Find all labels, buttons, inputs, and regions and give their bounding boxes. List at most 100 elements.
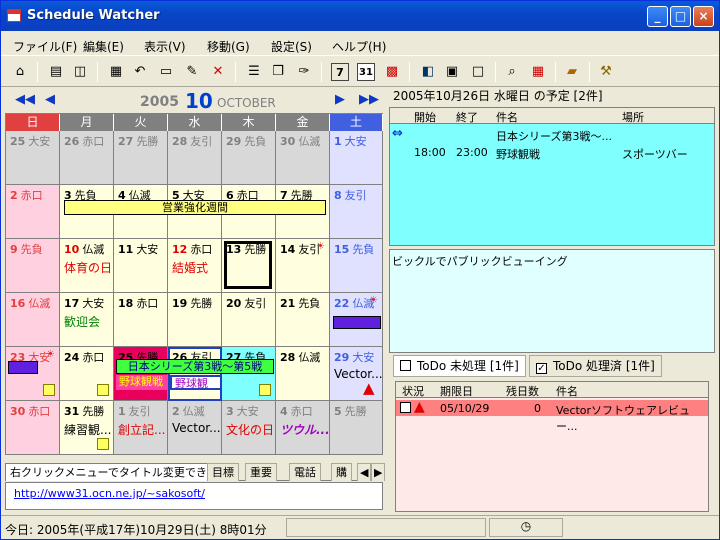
calendar-day-cell[interactable]: 11 大安	[114, 239, 168, 293]
memo-tab-phone[interactable]: 電話	[289, 463, 321, 481]
home-icon[interactable]: ⌂	[11, 63, 29, 81]
schedule-row[interactable]: 18:00 23:00 野球観戦 スポーツバー	[390, 144, 714, 162]
note-icon[interactable]: ▭	[157, 63, 175, 81]
tool-icon[interactable]: ⚒	[597, 63, 615, 81]
event-block[interactable]	[8, 361, 38, 374]
title-bar[interactable]: Schedule Watcher _ □ ×	[1, 1, 719, 31]
calendar-day-cell[interactable]: 2 仏滅 Vector...	[168, 401, 222, 455]
tab-scroll-right-icon[interactable]: ▶	[371, 463, 386, 481]
day-number: 14 友引	[280, 243, 321, 256]
minimize-button[interactable]: _	[647, 6, 668, 27]
app-icon	[7, 9, 21, 22]
calendar-day-cell[interactable]: 1 大安	[330, 131, 383, 185]
calendar-day-cell[interactable]: 28 友引	[168, 131, 222, 185]
week7-icon[interactable]: 7	[331, 63, 349, 81]
book-icon[interactable]: ▰	[563, 63, 581, 81]
col-start[interactable]: 開始	[414, 109, 436, 125]
menu-view[interactable]: 表示(V)	[144, 38, 186, 55]
window-icon[interactable]: □	[469, 63, 487, 81]
close-button[interactable]: ×	[693, 6, 714, 27]
calendar-day-cell[interactable]: 30 赤口	[6, 401, 60, 455]
menu-help[interactable]: ヘルプ(H)	[332, 38, 386, 55]
calendar-day-cell[interactable]: 3 大安 文化の日	[222, 401, 276, 455]
col-end[interactable]: 終了	[456, 109, 478, 125]
event-bar[interactable]: 野球観	[170, 375, 222, 390]
edit-icon[interactable]: ✎	[183, 63, 201, 81]
event-bar[interactable]: 営業強化週間	[64, 200, 326, 215]
tab-scroll-left-icon[interactable]: ◀	[357, 463, 372, 481]
panel-icon[interactable]: ▣	[443, 63, 461, 81]
calendar-day-cell[interactable]: 19 先勝	[168, 293, 222, 347]
col-remaining[interactable]: 残日数	[506, 383, 539, 399]
calendar-day-cell[interactable]: 13 先勝	[222, 239, 276, 293]
calendar-day-cell[interactable]: 8 友引	[330, 185, 383, 239]
calendar-day-cell[interactable]: 20 友引	[222, 293, 276, 347]
delete-icon[interactable]: ✕	[209, 63, 227, 81]
menu-go[interactable]: 移動(G)	[207, 38, 250, 55]
calendar-day-cell[interactable]: 25 大安	[6, 131, 60, 185]
schedule-note[interactable]: ビックルでパブリックビューイング	[389, 249, 715, 353]
memo-tab-goal[interactable]: 目標	[207, 463, 239, 481]
calendar-day-cell[interactable]: 21 先負	[276, 293, 330, 347]
col-place[interactable]: 場所	[622, 109, 644, 125]
event-bar[interactable]: 日本シリーズ第3戦～第5戦	[116, 359, 274, 374]
calendar-day-cell[interactable]: 30 仏滅	[276, 131, 330, 185]
calendar-day-cell[interactable]: 9 先負	[6, 239, 60, 293]
day-number: 25 大安	[10, 135, 51, 148]
print-icon[interactable]: ▤	[47, 63, 65, 81]
table-icon[interactable]: ▦	[107, 63, 125, 81]
day-number: 3 大安	[226, 405, 259, 418]
tab-todo-open[interactable]: ToDo 未処理 [1件]	[393, 355, 526, 377]
memo-link[interactable]: http://www31.ocn.ne.jp/~sakosoft/	[14, 487, 205, 500]
calendar-day-cell[interactable]: 26 赤口	[60, 131, 114, 185]
toolbar-separator	[37, 62, 38, 82]
day-event: Vector...	[334, 367, 383, 381]
copy-icon[interactable]: ❐	[269, 63, 287, 81]
todo-row[interactable]: ▲ 05/10/29 0 Vectorソフトウェアレビュー...	[396, 399, 708, 433]
event-bar[interactable]: 野球観戦	[116, 375, 168, 390]
col-status[interactable]: 状況	[402, 383, 424, 399]
tab-todo-done[interactable]: ✓ ToDo 処理済 [1件]	[529, 355, 662, 377]
event-block[interactable]	[333, 316, 381, 329]
grid-icon[interactable]: ▩	[383, 63, 401, 81]
menu-edit[interactable]: 編集(E)	[83, 38, 124, 55]
prev-month-icon[interactable]: ◀	[45, 92, 55, 107]
maximize-button[interactable]: □	[670, 6, 691, 27]
prev-year-icon[interactable]: ◀◀	[15, 92, 35, 107]
memo-tab-important[interactable]: 重要	[245, 463, 277, 481]
undo-icon[interactable]: ↶	[131, 63, 149, 81]
calendar-year: 2005	[140, 94, 179, 110]
col-todo-subject[interactable]: 件名	[556, 383, 578, 399]
schedule-row[interactable]: ⇔ 日本シリーズ第3戦～...	[390, 126, 714, 144]
sun-icon: ☀	[369, 295, 378, 306]
col-subject[interactable]: 件名	[496, 109, 518, 125]
calendar-day-cell[interactable]: 4 赤口 ツウル...	[276, 401, 330, 455]
calendar-day-cell[interactable]: 18 赤口	[114, 293, 168, 347]
calendar-day-cell[interactable]: 16 仏滅	[6, 293, 60, 347]
next-month-icon[interactable]: ▶	[335, 92, 345, 107]
print-preview-icon[interactable]: ◫	[71, 63, 89, 81]
search-icon[interactable]: ⌕	[503, 63, 521, 81]
calendar-day-cell[interactable]: 17 大安 歓迎会	[60, 293, 114, 347]
next-year-icon[interactable]: ▶▶	[359, 92, 379, 107]
calendar-day-cell[interactable]: 12 赤口 結婚式	[168, 239, 222, 293]
calendar-day-cell[interactable]: 27 先勝	[114, 131, 168, 185]
clock-icon: ◷	[489, 518, 563, 537]
calendar-day-cell[interactable]: 10 仏滅 体育の日	[60, 239, 114, 293]
col-due[interactable]: 期限日	[440, 383, 473, 399]
menu-file[interactable]: ファイル(F)	[13, 38, 77, 55]
memo-tab-purchase[interactable]: 購	[331, 463, 352, 481]
list-icon[interactable]: ☰	[245, 63, 263, 81]
month31-icon[interactable]: 31	[357, 63, 375, 81]
calendar-day-cell[interactable]: 1 友引 創立記...	[114, 401, 168, 455]
memo-area[interactable]: http://www31.ocn.ne.jp/~sakosoft/	[5, 482, 383, 510]
todo-checkbox[interactable]	[400, 402, 411, 413]
layout-icon[interactable]: ◧	[419, 63, 437, 81]
menu-settings[interactable]: 設定(S)	[271, 38, 312, 55]
paint-icon[interactable]: ✑	[295, 63, 313, 81]
calendar-day-cell[interactable]: 29 先負	[222, 131, 276, 185]
calendar-day-cell[interactable]: 2 赤口	[6, 185, 60, 239]
calendar-day-cell[interactable]: 5 先勝	[330, 401, 383, 455]
memo-tab-title[interactable]: 右クリックメニューでタイトル変更できます	[5, 463, 234, 481]
calendar-jump-icon[interactable]: ▦	[529, 63, 547, 81]
